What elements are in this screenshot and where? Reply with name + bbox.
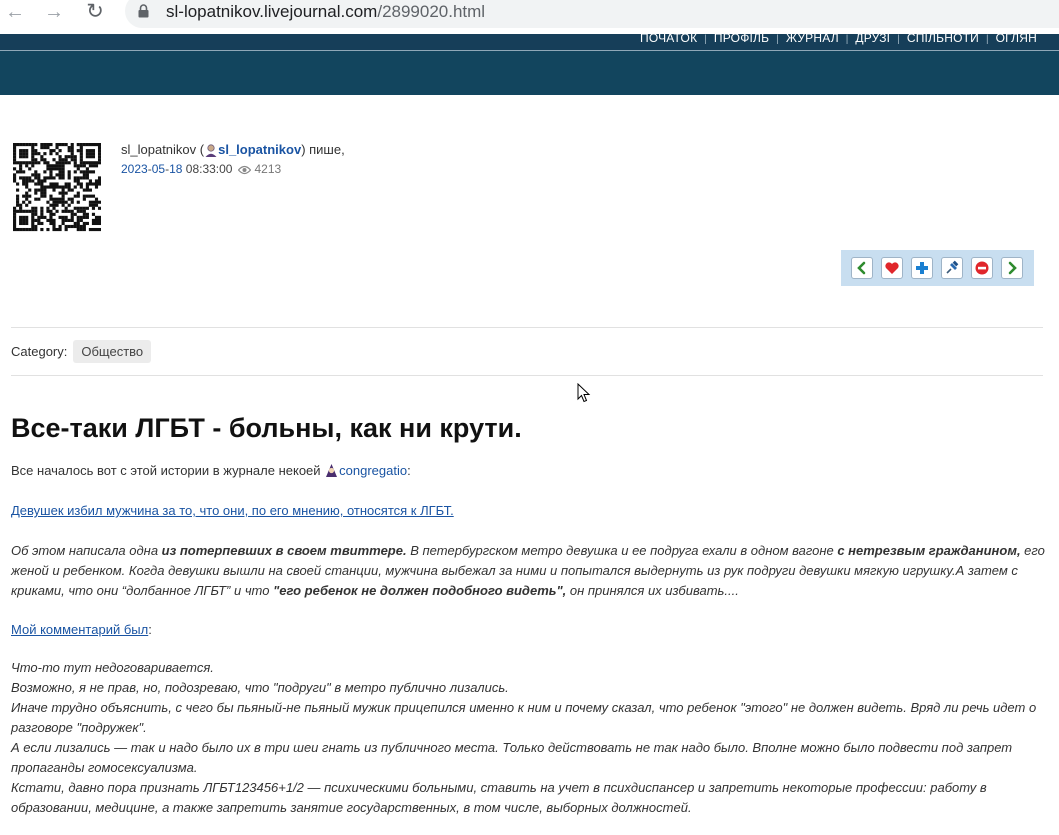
mouse-cursor-icon bbox=[577, 383, 591, 403]
qr-code-userpic[interactable] bbox=[13, 143, 101, 232]
comment-line: Кстати, давно пора признать ЛГБТ123456+1… bbox=[11, 780, 987, 815]
minus-icon bbox=[975, 261, 989, 275]
story-text: Об этом написала одна bbox=[11, 543, 162, 558]
reload-icon[interactable]: ↻ bbox=[84, 1, 106, 23]
category-row: Category: Общество bbox=[11, 340, 152, 363]
heart-icon bbox=[885, 262, 899, 274]
divider bbox=[11, 375, 1043, 376]
story-paragraph: Об этом написала одна из потерпевших в с… bbox=[11, 541, 1051, 601]
forward-arrow-icon[interactable]: → bbox=[43, 1, 65, 23]
comment-line: А если лизались — так и надо было их в т… bbox=[11, 740, 1013, 775]
url-domain: sl-lopatnikov.livejournal.com bbox=[166, 2, 378, 21]
view-count: 4213 bbox=[238, 162, 281, 176]
next-arrow-icon bbox=[1008, 261, 1017, 275]
story-text: В петербургском метро девушка и ее подру… bbox=[406, 543, 838, 558]
date-month-link[interactable]: 05 bbox=[152, 162, 165, 176]
nav-separator: | bbox=[897, 34, 900, 45]
view-count-value: 4213 bbox=[254, 162, 282, 176]
date-day-link[interactable]: 18 bbox=[169, 162, 182, 176]
comment-line: Что-то тут недоговаривается. bbox=[11, 660, 214, 675]
comment-line: Иначе трудно объяснить, с чего бы пьяный… bbox=[11, 700, 1037, 735]
nav-item-overview[interactable]: ОГЛЯН bbox=[996, 31, 1037, 45]
story-bold: из потерпевших в своем твиттере. bbox=[161, 543, 407, 558]
pin-button[interactable] bbox=[941, 257, 963, 279]
intro-text: Все началось вот с этой истории в журнал… bbox=[11, 463, 325, 478]
nav-item-profile[interactable]: ПРОФІЛЬ bbox=[714, 31, 769, 45]
comment-heading: Мой комментарий был: bbox=[11, 620, 1051, 640]
nav-item-journal[interactable]: ЖУРНАЛ bbox=[786, 31, 839, 45]
comment-line: Возможно, я не прав, но, подозреваю, что… bbox=[11, 680, 509, 695]
category-label: Category: bbox=[11, 344, 68, 359]
intro-user-link[interactable]: congregatio bbox=[339, 463, 407, 478]
author-line: sl_lopatnikov (sl_lopatnikov) пише, bbox=[121, 142, 345, 157]
nav-item-friends[interactable]: ДРУЗІ bbox=[855, 31, 890, 45]
nav-separator: | bbox=[776, 34, 779, 45]
next-entry-button[interactable] bbox=[1001, 257, 1023, 279]
story-bold: "его ребенок не должен подобного видеть"… bbox=[273, 583, 567, 598]
comment-colon: : bbox=[148, 622, 152, 637]
prev-arrow-icon bbox=[857, 261, 866, 275]
eye-icon bbox=[238, 165, 252, 175]
intro-paragraph: Все началось вот с этой истории в журнал… bbox=[11, 461, 1051, 481]
nav-separator: | bbox=[985, 34, 989, 45]
browser-toolbar: ← → ↻ sl-lopatnikov.livejournal.com/2899… bbox=[0, 0, 1059, 28]
nav-separator: | bbox=[845, 34, 849, 45]
url-text[interactable]: sl-lopatnikov.livejournal.com/2899020.ht… bbox=[166, 2, 485, 22]
category-tag[interactable]: Общество bbox=[73, 340, 152, 363]
nav-separator: | bbox=[704, 34, 707, 45]
divider bbox=[11, 327, 1043, 328]
plus-icon bbox=[916, 262, 928, 274]
post-title: Все-таки ЛГБТ - больны, как ни крути. bbox=[11, 413, 522, 443]
story-text: он принялся их избивать.... bbox=[566, 583, 739, 598]
url-path: /2899020.html bbox=[377, 2, 486, 21]
flag-button[interactable] bbox=[971, 257, 993, 279]
post-time: 08:33:00 bbox=[185, 162, 233, 176]
date-year-link[interactable]: 2023 bbox=[121, 162, 148, 176]
add-to-memories-button[interactable] bbox=[881, 257, 903, 279]
header-top-strip: ПОЧАТОК | ПРОФІЛЬ | ЖУРНАЛ | ДРУЗІ | СПІЛЬНОТИ | О… bbox=[0, 31, 1059, 51]
pin-icon bbox=[946, 260, 959, 274]
comment-link[interactable]: Мой комментарий был bbox=[11, 622, 148, 637]
community-icon[interactable] bbox=[324, 463, 339, 478]
user-head-icon[interactable] bbox=[204, 143, 218, 157]
top-nav: ПОЧАТОК | ПРОФІЛЬ | ЖУРНАЛ | ДРУЗІ | СПІЛЬНОТИ | О… bbox=[640, 31, 1037, 45]
nav-item-communities[interactable]: СПІЛЬНОТИ bbox=[907, 31, 979, 45]
entry-toolbar bbox=[841, 250, 1034, 286]
prev-entry-button[interactable] bbox=[851, 257, 873, 279]
nav-item-home[interactable]: ПОЧАТОК bbox=[640, 31, 697, 45]
story-link[interactable]: Девушек избил мужчина за то, что они, по… bbox=[11, 503, 454, 518]
comment-body: Что-то тут недоговаривается. Возможно, я… bbox=[11, 658, 1051, 818]
story-bold: с нетрезвым гражданином, bbox=[837, 543, 1021, 558]
date-line: 2023-05-18 08:33:00 4213 bbox=[121, 162, 282, 176]
story-link-paragraph: Девушек избил мужчина за то, что они, по… bbox=[11, 501, 1051, 521]
intro-end: : bbox=[407, 463, 411, 478]
author-link[interactable]: sl_lopatnikov bbox=[218, 142, 301, 157]
lock-icon bbox=[138, 4, 149, 18]
author-open-paren: ( bbox=[196, 142, 205, 157]
site-header: ПОЧАТОК | ПРОФІЛЬ | ЖУРНАЛ | ДРУЗІ | СПІЛЬНОТИ | О… bbox=[0, 31, 1059, 95]
back-arrow-icon[interactable]: ← bbox=[4, 1, 26, 23]
author-name: sl_lopatnikov bbox=[121, 142, 197, 157]
author-suffix: ) пише, bbox=[301, 142, 345, 157]
track-button[interactable] bbox=[911, 257, 933, 279]
